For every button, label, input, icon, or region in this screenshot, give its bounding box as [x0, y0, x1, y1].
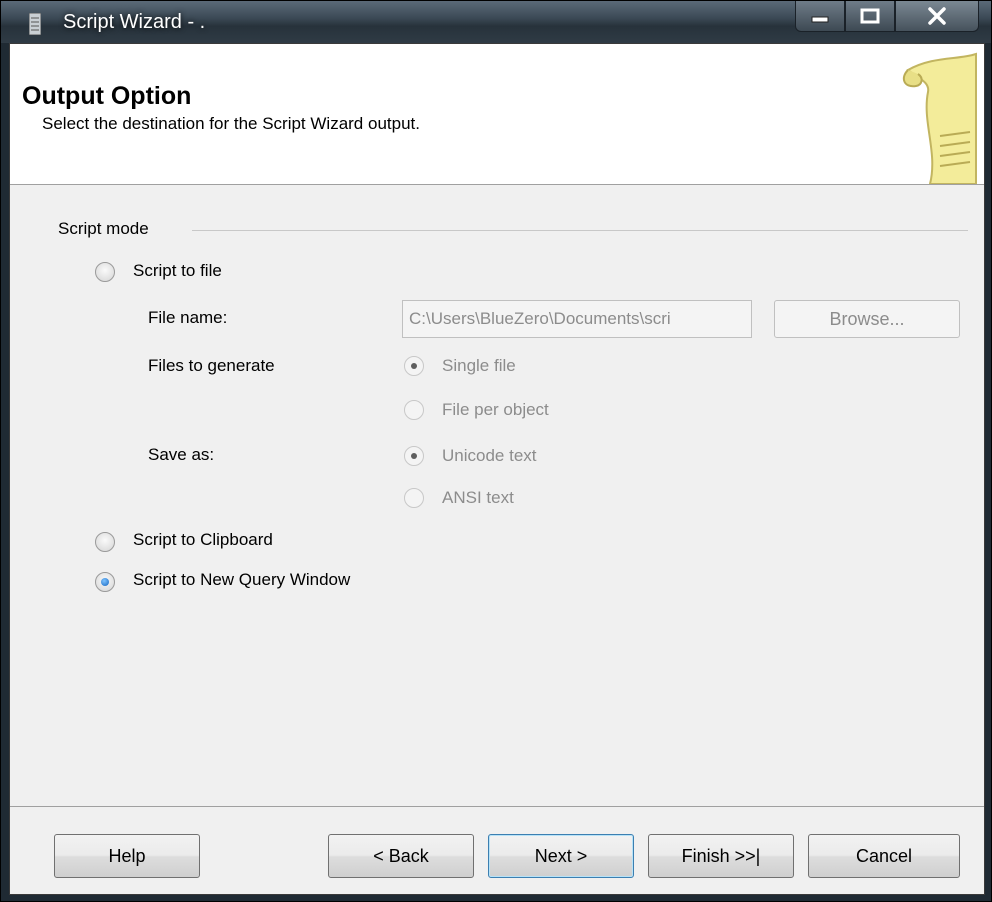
next-button[interactable]: Next > — [488, 834, 634, 878]
single-file-label[interactable]: Single file — [442, 356, 516, 376]
save-as-label: Save as: — [148, 445, 215, 464]
close-icon — [928, 7, 946, 25]
unicode-text-radio[interactable] — [404, 446, 424, 466]
footer-divider — [10, 806, 984, 807]
script-wizard-window: Script Wizard - . Output Option Select t… — [0, 0, 992, 902]
script-to-clipboard-radio[interactable] — [95, 532, 115, 552]
ansi-text-radio[interactable] — [404, 488, 424, 508]
maximize-icon — [860, 8, 880, 24]
close-button[interactable] — [895, 1, 979, 32]
cancel-button[interactable]: Cancel — [808, 834, 960, 878]
single-file-radio[interactable] — [404, 356, 424, 376]
help-button[interactable]: Help — [54, 834, 200, 878]
file-per-object-radio[interactable] — [404, 400, 424, 420]
back-button[interactable]: < Back — [328, 834, 474, 878]
window-title: Script Wizard - . — [63, 11, 206, 33]
file-per-object-label[interactable]: File per object — [442, 400, 549, 420]
window-icon — [29, 13, 41, 35]
minimize-button[interactable] — [795, 1, 845, 32]
files-to-generate-label: Files to generate — [148, 356, 275, 375]
browse-button[interactable]: Browse... — [774, 300, 960, 338]
maximize-button[interactable] — [845, 1, 895, 32]
group-divider — [192, 230, 968, 231]
script-to-query-window-radio[interactable] — [95, 572, 115, 592]
script-to-query-window-label[interactable]: Script to New Query Window — [133, 570, 350, 590]
page-title: Output Option — [22, 82, 192, 110]
script-to-file-label[interactable]: Script to file — [133, 261, 222, 281]
title-bar[interactable]: Script Wizard - . — [1, 1, 991, 43]
script-mode-group-label: Script mode — [58, 219, 149, 238]
script-to-file-radio[interactable] — [95, 262, 115, 282]
minimize-icon — [811, 16, 829, 23]
unicode-text-label[interactable]: Unicode text — [442, 446, 537, 466]
finish-button[interactable]: Finish >>| — [648, 834, 794, 878]
page-header: Output Option Select the destination for… — [10, 44, 984, 185]
ansi-text-label[interactable]: ANSI text — [442, 488, 514, 508]
wizard-client-area: Output Option Select the destination for… — [9, 43, 985, 895]
file-name-label: File name: — [148, 308, 228, 327]
script-to-clipboard-label[interactable]: Script to Clipboard — [133, 530, 273, 550]
script-scroll-icon — [902, 52, 977, 184]
file-name-input[interactable]: C:\Users\BlueZero\Documents\scri — [402, 300, 752, 338]
page-subtitle: Select the destination for the Script Wi… — [42, 114, 420, 133]
